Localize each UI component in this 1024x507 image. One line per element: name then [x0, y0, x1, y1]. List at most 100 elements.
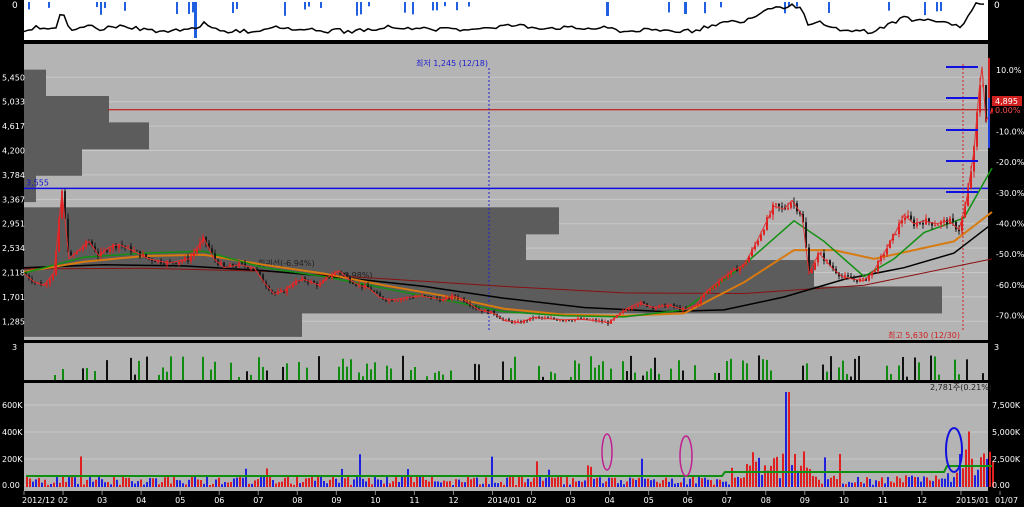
volume-bar: [269, 475, 271, 487]
candle-body: [844, 275, 846, 277]
volume-bar: [86, 479, 88, 487]
volume-bar: [461, 482, 463, 487]
volume-bar: [74, 477, 76, 487]
volume-bar: [272, 479, 274, 487]
volume-bar: [203, 483, 205, 487]
oscillator-bar: [104, 2, 106, 9]
oscillator-bar: [192, 2, 194, 13]
volume-bar: [191, 475, 193, 487]
current-pct-label: 0.00%: [995, 106, 1021, 115]
volume-bar: [245, 468, 247, 487]
volume-bar: [770, 465, 772, 487]
indicator-bar: [590, 356, 592, 380]
indicator-bar: [550, 371, 552, 380]
volume-bar: [161, 482, 163, 487]
volume-bar: [53, 482, 55, 487]
indicator-bar: [770, 370, 772, 380]
volume-bar: [305, 478, 307, 487]
time-axis-label: 11: [878, 496, 888, 505]
candle-body: [628, 308, 630, 310]
volume-bar: [137, 481, 139, 487]
volume-bar: [965, 449, 967, 487]
volume-bar: [836, 479, 838, 487]
candle-body: [127, 246, 129, 248]
volume-bar: [647, 478, 649, 487]
volume-bar: [839, 453, 841, 487]
volume-bar: [254, 480, 256, 487]
candle-body: [70, 251, 72, 256]
indicator-bar: [146, 356, 148, 380]
volume-bar: [821, 483, 823, 487]
volume-bar: [80, 456, 82, 487]
candle-body: [943, 219, 945, 222]
oscillator-bar: [432, 2, 434, 11]
volume-bar: [893, 482, 895, 487]
volume-bar: [701, 478, 703, 487]
volume-bar: [689, 478, 691, 487]
volume-bar: [608, 477, 610, 487]
candle-body: [397, 300, 399, 302]
volume-profile-band: [24, 122, 149, 150]
volume-bar: [698, 475, 700, 487]
volume-bar: [110, 484, 112, 487]
indicator-bar: [578, 363, 580, 380]
volume-bar: [122, 475, 124, 487]
volume-bar: [881, 477, 883, 487]
volume-bar: [380, 479, 382, 487]
volume-bar: [230, 482, 232, 487]
indicator-bar: [162, 367, 164, 380]
indicator-bar: [182, 356, 184, 380]
candle-body: [379, 293, 381, 297]
volume-tick-right: 2,500K: [992, 455, 1021, 464]
current-price-label: 4,895: [995, 97, 1018, 106]
volume-profile-band: [24, 96, 109, 124]
indicator-bar: [758, 355, 760, 380]
volume-bar: [506, 477, 508, 487]
volume-bar: [62, 475, 64, 487]
volume-bar: [944, 478, 946, 487]
indicator-bar: [350, 359, 352, 380]
volume-bar: [209, 484, 211, 487]
volume-tick-right: 5,000K: [992, 428, 1021, 437]
candle-body: [562, 320, 564, 322]
volume-bar: [431, 476, 433, 487]
candle-body: [904, 217, 906, 221]
volume-bar: [65, 482, 67, 487]
indicator-bar: [658, 373, 660, 380]
volume-bar: [284, 477, 286, 487]
volume-bar: [497, 483, 499, 487]
volume-bar: [503, 484, 505, 487]
time-axis-label: 03: [97, 496, 107, 505]
stock-chart[interactable]: 0 0 5,450 5,033 4,617 4,200 3,784 3,367 2,951 2…: [0, 0, 1024, 507]
indicator-bar: [210, 369, 212, 380]
volume-bar: [845, 484, 847, 487]
indicator-bar: [478, 364, 480, 380]
indicator-bar: [602, 361, 604, 380]
volume-bar: [116, 479, 118, 487]
candle-body: [790, 202, 792, 208]
volume-bar: [545, 477, 547, 487]
indicator-bar: [634, 372, 636, 380]
volume-bar: [197, 479, 199, 487]
indicator-bar: [850, 376, 852, 380]
volume-bar: [947, 473, 949, 487]
candle-body: [661, 304, 663, 306]
candle-body: [955, 221, 957, 230]
volume-bar: [890, 481, 892, 487]
volume-bar: [779, 478, 781, 487]
volume-bar: [467, 476, 469, 487]
volume-bar: [971, 458, 973, 487]
indicator-bar: [346, 366, 348, 380]
volume-bar: [509, 476, 511, 487]
volume-bar: [149, 478, 151, 487]
oscillator-bar: [444, 2, 446, 7]
indicator-bar: [766, 359, 768, 380]
candle-body: [49, 279, 51, 284]
price-tick-label: 3,784: [2, 171, 25, 180]
volume-bar: [578, 480, 580, 487]
volume-bar: [761, 474, 763, 487]
oscillator-bar: [320, 2, 322, 9]
volume-note: 2,781주(0.21%): [930, 383, 992, 392]
volume-bar: [728, 484, 730, 487]
indicator-bar: [746, 363, 748, 380]
